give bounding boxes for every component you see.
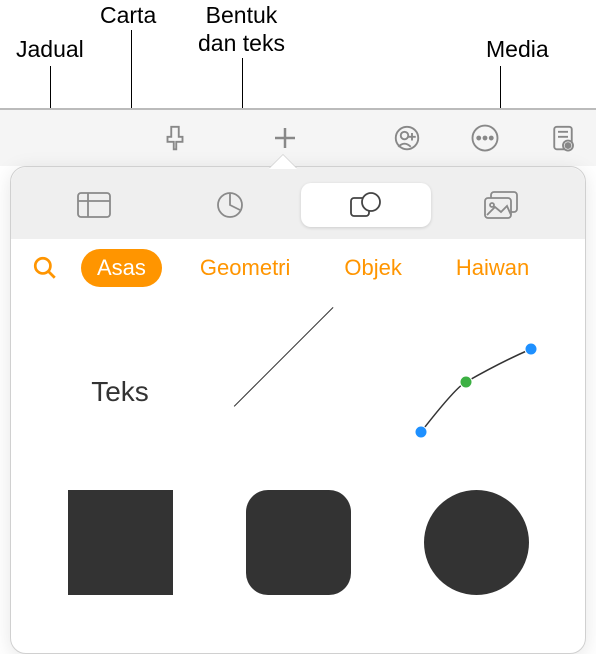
category-asas[interactable]: Asas [81, 249, 162, 287]
shape-line[interactable] [219, 327, 377, 457]
square-icon [68, 490, 173, 595]
shape-square[interactable] [41, 477, 199, 607]
shapes-grid: Teks [11, 297, 585, 617]
popover-arrow [269, 155, 297, 169]
shape-text-label: Teks [91, 376, 149, 408]
tab-media[interactable] [437, 183, 567, 227]
insert-popover: Asas Geometri Objek Haiwan Teks [10, 166, 586, 654]
rounded-square-icon [246, 490, 351, 595]
callout-bentuk: Bentuk dan teks [198, 2, 285, 57]
category-haiwan[interactable]: Haiwan [440, 249, 545, 287]
insert-type-tabs [11, 167, 585, 239]
tab-shapes[interactable] [301, 183, 431, 227]
more-menu-icon[interactable] [460, 118, 510, 158]
line-icon [248, 342, 348, 442]
category-geometri[interactable]: Geometri [184, 249, 306, 287]
shape-curve[interactable] [397, 327, 555, 457]
shape-rounded-square[interactable] [219, 477, 377, 607]
curve-icon [406, 337, 546, 447]
callout-labels-area: Jadual Carta Bentuk dan teks Media [0, 0, 596, 108]
tab-table[interactable] [29, 183, 159, 227]
collaborate-icon[interactable] [382, 118, 432, 158]
callout-carta: Carta [100, 2, 156, 30]
app-toolbar [0, 108, 596, 166]
shape-text[interactable]: Teks [41, 327, 199, 457]
tab-chart[interactable] [165, 183, 295, 227]
callout-jadual: Jadual [16, 36, 84, 64]
circle-icon [424, 490, 529, 595]
shape-circle[interactable] [397, 477, 555, 607]
format-brush-icon[interactable] [150, 118, 200, 158]
shape-category-row: Asas Geometri Objek Haiwan [11, 239, 585, 297]
document-view-icon[interactable] [538, 118, 588, 158]
insert-plus-icon[interactable] [260, 118, 310, 158]
category-objek[interactable]: Objek [328, 249, 417, 287]
search-icon[interactable] [31, 254, 59, 282]
callout-media: Media [486, 36, 549, 64]
